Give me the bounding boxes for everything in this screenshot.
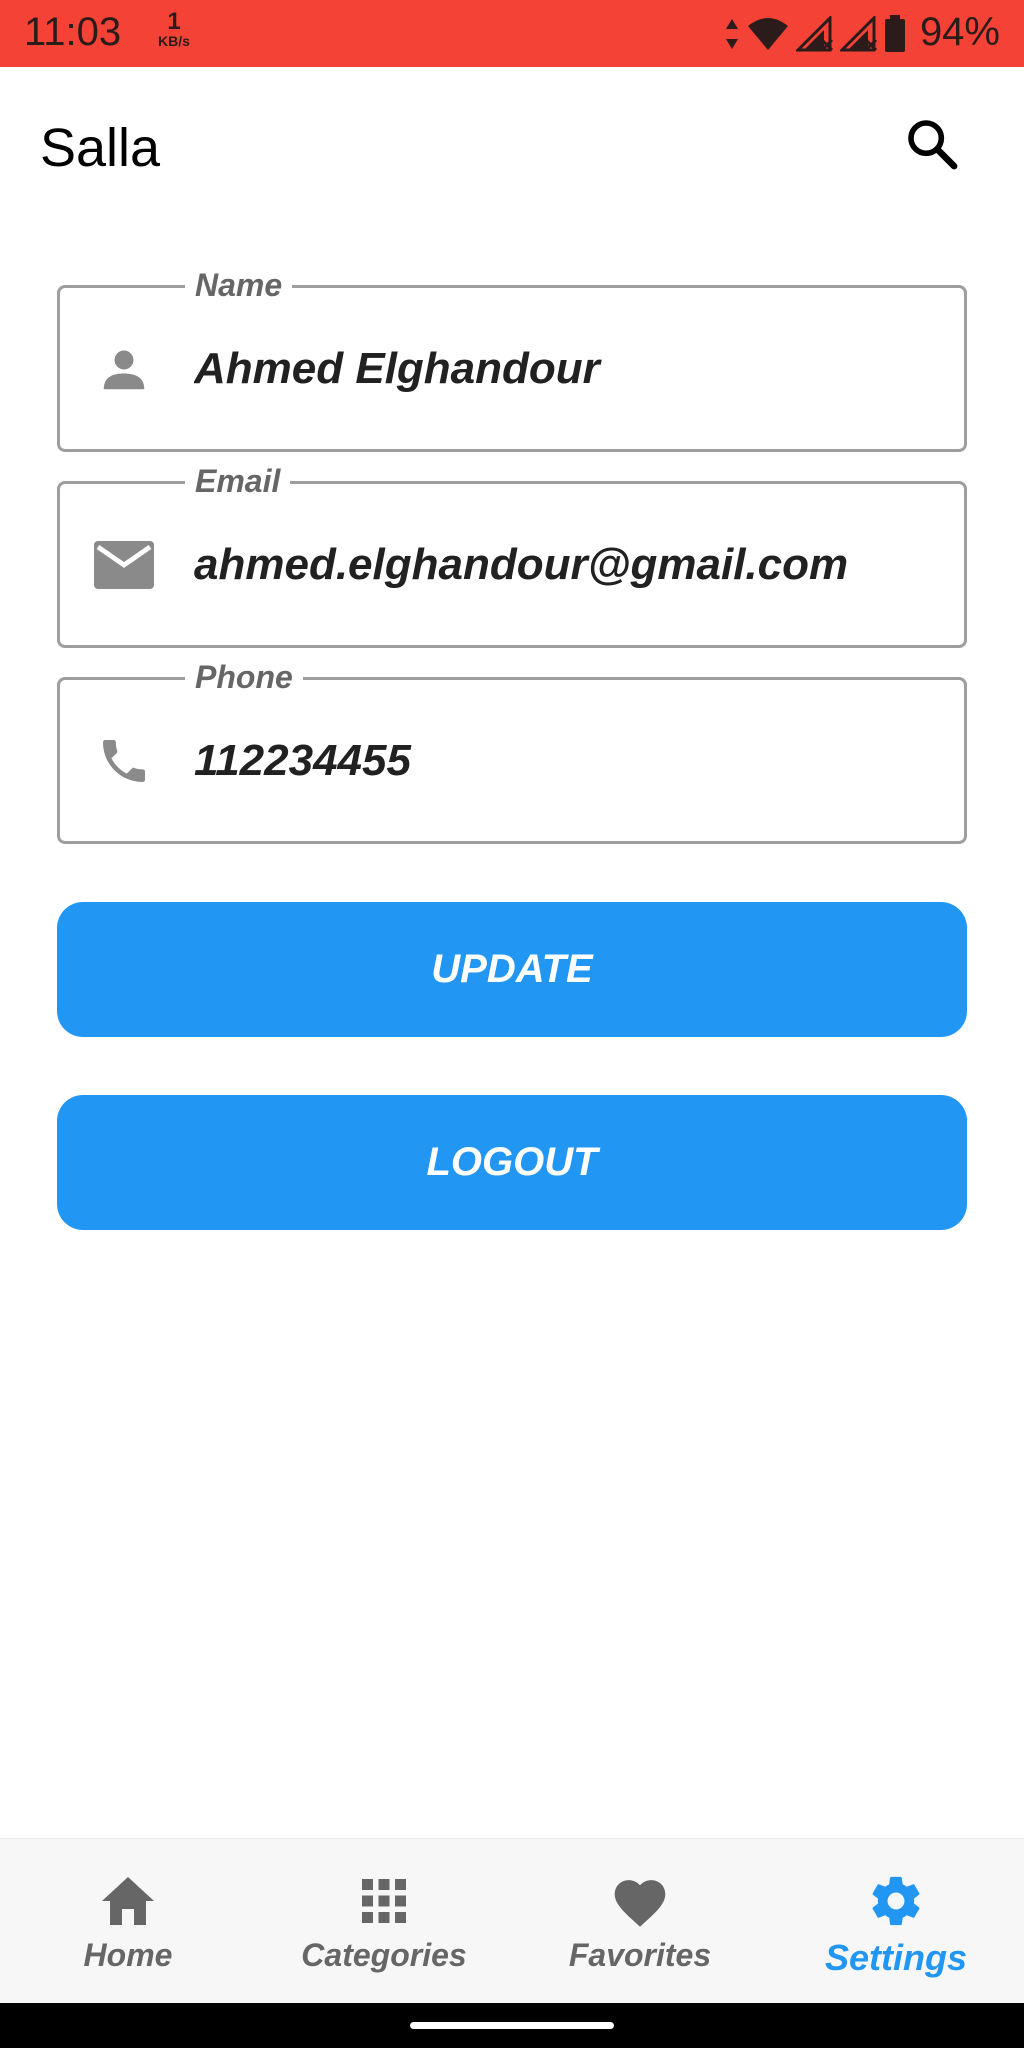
app-bar: Salla	[0, 67, 1024, 232]
network-speed-unit: KB/s	[158, 33, 190, 49]
person-icon	[92, 337, 156, 401]
heart-icon	[610, 1871, 670, 1931]
nav-label-categories: Categories	[301, 1937, 467, 1973]
apps-grid-icon	[360, 1871, 408, 1931]
status-icons	[724, 12, 906, 56]
phone-field-label: Phone	[185, 657, 303, 697]
nav-item-home[interactable]: Home	[0, 1839, 256, 2003]
search-icon	[904, 116, 960, 177]
status-time: 11:03	[24, 10, 122, 54]
app-title: Salla	[40, 118, 161, 178]
signal-no-service-icon	[840, 16, 878, 52]
name-field[interactable]: Name	[57, 265, 967, 452]
battery-percent: 94%	[919, 10, 1000, 54]
battery-icon	[884, 15, 906, 53]
email-field[interactable]: Email	[57, 461, 967, 648]
update-button[interactable]: UPDATE	[57, 902, 967, 1037]
mail-icon	[92, 533, 156, 597]
wifi-icon	[746, 16, 790, 52]
nav-item-settings[interactable]: Settings	[768, 1839, 1024, 2003]
gear-icon	[867, 1871, 925, 1931]
nav-item-categories[interactable]: Categories	[256, 1839, 512, 2003]
email-input[interactable]	[194, 539, 934, 590]
nav-label-home: Home	[83, 1937, 173, 1973]
email-field-label: Email	[185, 461, 291, 501]
bottom-navigation: Home Categories Favorites Settings	[0, 1838, 1024, 2003]
logout-button[interactable]: LOGOUT	[57, 1095, 967, 1230]
network-speed-value: 1	[167, 8, 181, 35]
data-transfer-icon	[724, 17, 740, 51]
phone-input[interactable]	[194, 735, 934, 786]
search-button[interactable]	[896, 110, 968, 182]
nav-label-favorites: Favorites	[568, 1937, 712, 1973]
phone-field[interactable]: Phone	[57, 657, 967, 844]
network-speed: 1 KB/s	[152, 8, 196, 49]
name-field-label: Name	[185, 265, 293, 305]
system-navigation-bar	[0, 2003, 1024, 2048]
nav-item-favorites[interactable]: Favorites	[512, 1839, 768, 2003]
signal-no-service-icon	[796, 16, 834, 52]
home-gesture-indicator[interactable]	[410, 2022, 614, 2029]
name-input[interactable]	[194, 343, 934, 394]
nav-label-settings: Settings	[824, 1937, 967, 1978]
status-bar: 11:03 1 KB/s 94%	[0, 0, 1024, 67]
home-icon	[100, 1871, 156, 1931]
phone-icon	[92, 729, 156, 793]
